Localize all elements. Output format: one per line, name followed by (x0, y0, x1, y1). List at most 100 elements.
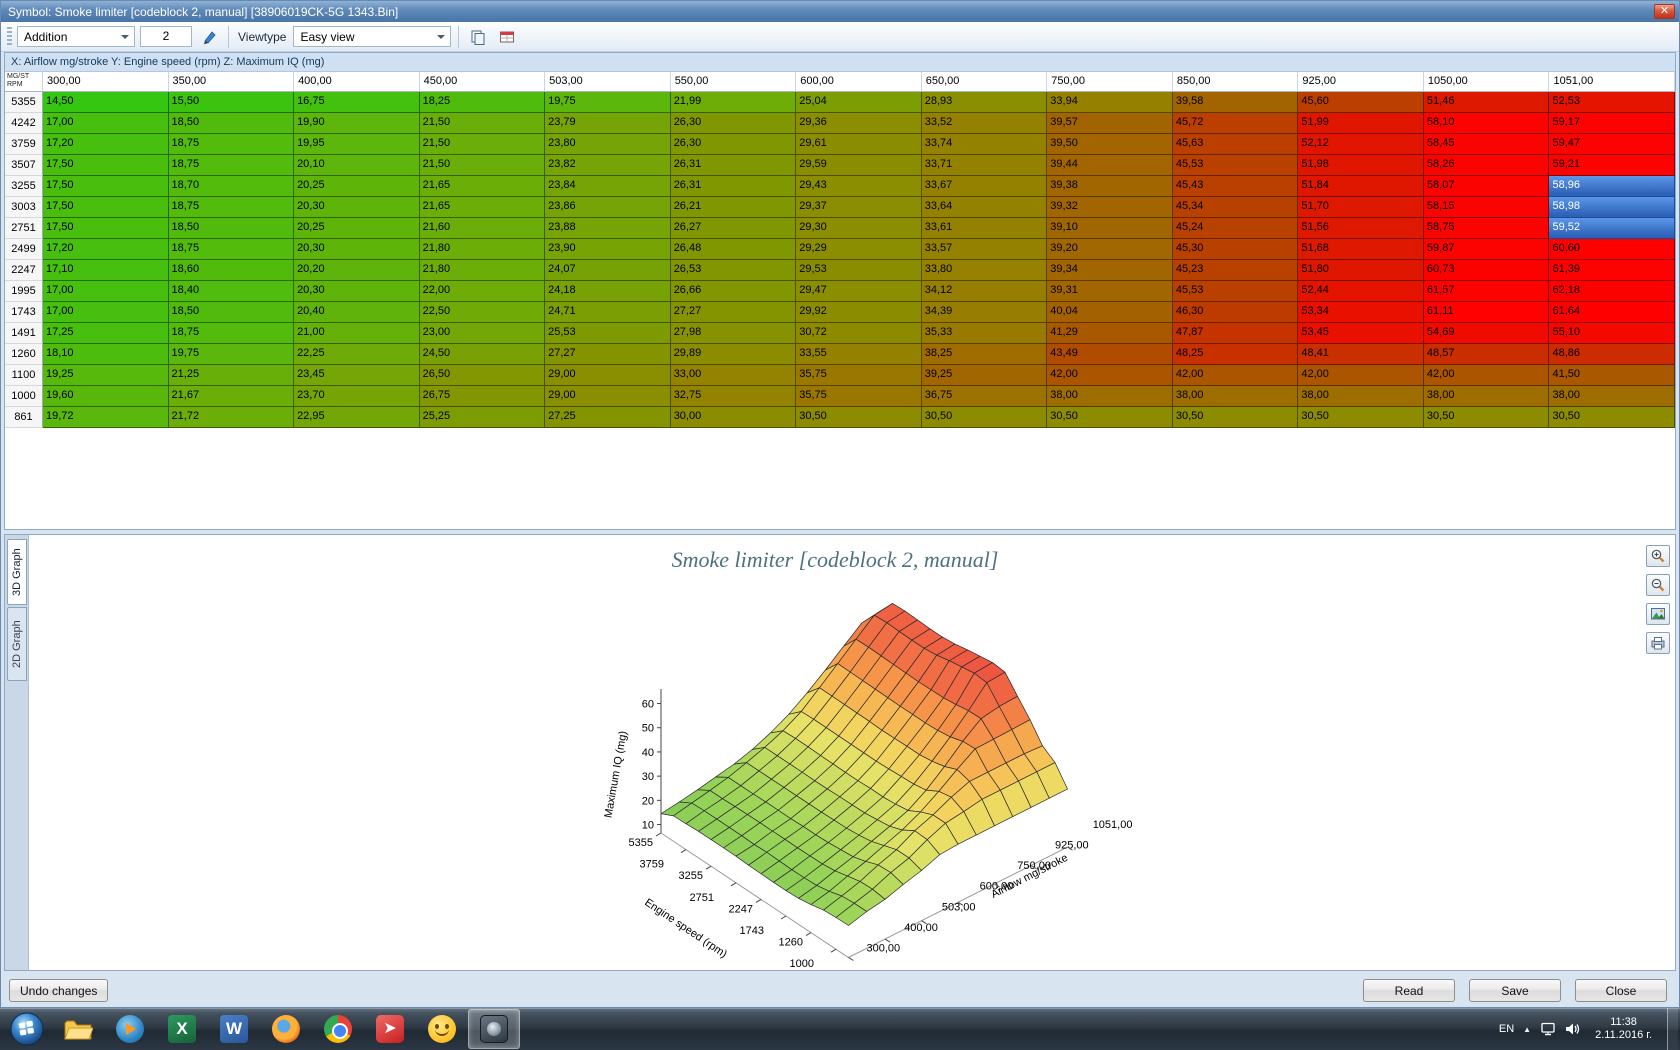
table-cell[interactable]: 58,10 (1424, 113, 1550, 134)
table-cell[interactable]: 20,40 (294, 302, 420, 323)
table-cell[interactable]: 21,50 (420, 134, 546, 155)
table-cell[interactable]: 39,25 (922, 365, 1048, 386)
table-cell[interactable]: 26,75 (420, 386, 546, 407)
language-indicator[interactable]: EN (1499, 1023, 1514, 1035)
table-cell[interactable]: 19,72 (43, 407, 169, 428)
table-cell[interactable]: 21,67 (169, 386, 295, 407)
table-cell[interactable]: 30,50 (1173, 407, 1299, 428)
tray-expand-icon[interactable]: ▲ (1523, 1025, 1531, 1034)
table-cell[interactable]: 27,98 (671, 323, 797, 344)
table-cell[interactable]: 51,56 (1298, 218, 1424, 239)
taskbar-red-app-button[interactable]: ➤ (364, 1009, 416, 1049)
table-cell[interactable]: 29,00 (545, 365, 671, 386)
table-cell[interactable]: 17,50 (43, 176, 169, 197)
taskbar-firefox-button[interactable] (260, 1009, 312, 1049)
start-button[interactable] (8, 1010, 46, 1048)
table-cell[interactable]: 58,45 (1424, 134, 1550, 155)
row-header[interactable]: 3759 (5, 134, 43, 155)
table-cell[interactable]: 18,50 (169, 113, 295, 134)
table-cell[interactable]: 26,53 (671, 260, 797, 281)
zoom-out-button[interactable] (1646, 574, 1670, 596)
table-cell[interactable]: 38,00 (1047, 386, 1173, 407)
table-cell[interactable]: 30,50 (1549, 407, 1675, 428)
table-cell[interactable]: 46,30 (1173, 302, 1299, 323)
table-cell[interactable]: 18,50 (169, 218, 295, 239)
table-cell[interactable]: 21,00 (294, 323, 420, 344)
table-cell[interactable]: 45,72 (1173, 113, 1299, 134)
table-cell[interactable]: 45,63 (1173, 134, 1299, 155)
table-cell[interactable]: 60,60 (1549, 239, 1675, 260)
row-header[interactable]: 2499 (5, 239, 43, 260)
table-cell[interactable]: 52,53 (1549, 92, 1675, 113)
table-cell[interactable]: 24,71 (545, 302, 671, 323)
column-header[interactable]: 400,00 (294, 72, 420, 92)
table-cell[interactable]: 23,80 (545, 134, 671, 155)
table-cell[interactable]: 19,25 (43, 365, 169, 386)
table-cell[interactable]: 36,75 (922, 386, 1048, 407)
taskbar-word-button[interactable]: W (208, 1009, 260, 1049)
table-cell[interactable]: 29,29 (796, 239, 922, 260)
table-cell[interactable]: 58,96 (1549, 176, 1675, 197)
table-cell[interactable]: 35,75 (796, 386, 922, 407)
table-cell[interactable]: 29,61 (796, 134, 922, 155)
table-cell[interactable]: 61,64 (1549, 302, 1675, 323)
table-cell[interactable]: 15,50 (169, 92, 295, 113)
column-header[interactable]: 350,00 (169, 72, 295, 92)
table-cell[interactable]: 45,53 (1173, 155, 1299, 176)
table-cell[interactable]: 24,07 (545, 260, 671, 281)
function-value-input[interactable]: 2 (140, 26, 192, 47)
table-cell[interactable]: 21,80 (420, 239, 546, 260)
export-table-button[interactable] (495, 26, 519, 48)
table-cell[interactable]: 52,44 (1298, 281, 1424, 302)
row-header[interactable]: 1000 (5, 386, 43, 407)
table-cell[interactable]: 48,86 (1549, 344, 1675, 365)
row-header[interactable]: 3507 (5, 155, 43, 176)
table-cell[interactable]: 30,50 (796, 407, 922, 428)
table-cell[interactable]: 17,20 (43, 134, 169, 155)
table-cell[interactable]: 52,12 (1298, 134, 1424, 155)
table-cell[interactable]: 60,73 (1424, 260, 1550, 281)
print-button[interactable] (1646, 632, 1670, 654)
table-cell[interactable]: 17,50 (43, 218, 169, 239)
table-cell[interactable]: 33,00 (671, 365, 797, 386)
table-cell[interactable]: 18,25 (420, 92, 546, 113)
table-cell[interactable]: 42,00 (1298, 365, 1424, 386)
table-cell[interactable]: 48,25 (1173, 344, 1299, 365)
table-cell[interactable]: 23,70 (294, 386, 420, 407)
table-cell[interactable]: 21,50 (420, 113, 546, 134)
table-cell[interactable]: 20,30 (294, 197, 420, 218)
table-cell[interactable]: 38,00 (1298, 386, 1424, 407)
table-cell[interactable]: 42,00 (1173, 365, 1299, 386)
column-header[interactable]: 750,00 (1047, 72, 1173, 92)
table-cell[interactable]: 58,98 (1549, 197, 1675, 218)
table-cell[interactable]: 24,50 (420, 344, 546, 365)
close-button[interactable]: Close (1575, 979, 1667, 1002)
table-cell[interactable]: 18,70 (169, 176, 295, 197)
table-cell[interactable]: 45,30 (1173, 239, 1299, 260)
table-cell[interactable]: 58,75 (1424, 218, 1550, 239)
table-cell[interactable]: 39,34 (1047, 260, 1173, 281)
table-cell[interactable]: 33,61 (922, 218, 1048, 239)
column-header[interactable]: 650,00 (922, 72, 1048, 92)
taskbar-media-player-button[interactable] (104, 1009, 156, 1049)
row-header[interactable]: 2247 (5, 260, 43, 281)
titlebar[interactable]: Symbol: Smoke limiter [codeblock 2, manu… (1, 1, 1679, 22)
table-cell[interactable]: 59,47 (1549, 134, 1675, 155)
column-header[interactable]: 600,00 (796, 72, 922, 92)
table-cell[interactable]: 26,66 (671, 281, 797, 302)
table-cell[interactable]: 55,10 (1549, 323, 1675, 344)
table-cell[interactable]: 51,99 (1298, 113, 1424, 134)
table-cell[interactable]: 58,07 (1424, 176, 1550, 197)
table-cell[interactable]: 35,75 (796, 365, 922, 386)
table-cell[interactable]: 32,75 (671, 386, 797, 407)
row-header[interactable]: 2751 (5, 218, 43, 239)
table-cell[interactable]: 39,58 (1173, 92, 1299, 113)
table-cell[interactable]: 39,50 (1047, 134, 1173, 155)
table-cell[interactable]: 29,47 (796, 281, 922, 302)
table-cell[interactable]: 17,00 (43, 302, 169, 323)
table-cell[interactable]: 23,45 (294, 365, 420, 386)
table-cell[interactable]: 29,37 (796, 197, 922, 218)
table-cell[interactable]: 17,00 (43, 281, 169, 302)
table-cell[interactable]: 61,39 (1549, 260, 1675, 281)
table-cell[interactable]: 38,00 (1173, 386, 1299, 407)
